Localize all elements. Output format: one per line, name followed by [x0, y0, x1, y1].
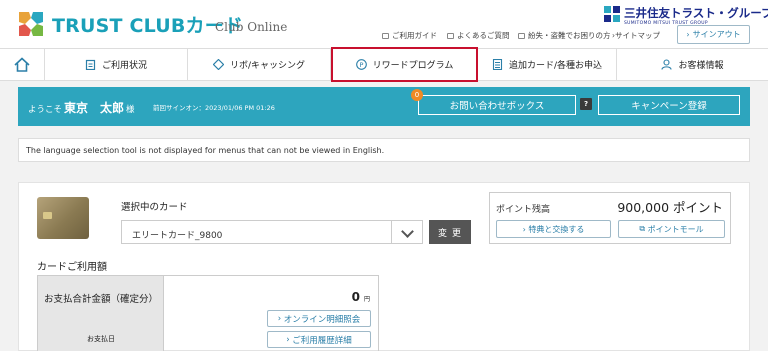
nav-reward-program[interactable]: P リワードプログラム — [331, 47, 478, 82]
total-amount: 0円 — [351, 290, 370, 304]
select-divider — [391, 221, 392, 243]
util-link-sitemap[interactable]: › サイトマップ — [612, 30, 660, 41]
diamond-arrows-icon — [212, 59, 224, 70]
external-window-icon: ⧉ — [639, 224, 648, 233]
card-select-value: エリートカード_9800 — [132, 231, 223, 241]
alert-icon — [518, 32, 525, 39]
svg-text:P: P — [359, 61, 363, 69]
usage-label-cell: お支払合計金額（確定分） お支払日 — [38, 276, 164, 351]
document-icon — [492, 59, 503, 70]
card-select[interactable]: エリートカード_9800 — [121, 220, 423, 244]
user-name: 東京 太郎 — [64, 101, 125, 115]
welcome-greeting: ようこそ 東京 太郎様 — [28, 101, 135, 115]
card-chip — [43, 212, 52, 219]
language-notice: The language selection tool is not displ… — [18, 138, 750, 162]
payment-date-label: お支払日 — [87, 335, 115, 343]
nav-customer-info[interactable]: お客様情報 — [617, 49, 768, 80]
corp-name: 三井住友トラスト・グループ — [624, 6, 768, 20]
usage-history-button[interactable]: › ご利用履歴詳細 — [267, 331, 371, 348]
usage-title: カードご利用額 — [37, 262, 107, 273]
trust-club-logo-icon[interactable] — [19, 12, 43, 36]
card-panel: 選択中のカード エリートカード_9800 変更 ポイント残高 900,000 ポ… — [18, 182, 750, 351]
campaign-register-button[interactable]: キャンペーン登録 — [598, 95, 740, 115]
help-icon[interactable]: ? — [580, 98, 592, 110]
chevron-right-icon: › — [686, 30, 690, 39]
last-signin: 前回サインオン：2023/01/06 PM 01:26 — [153, 104, 275, 112]
signout-button[interactable]: › サインアウト — [677, 25, 750, 44]
logo-subtitle: Club Online — [215, 20, 288, 34]
corp-logo-icon — [604, 6, 620, 22]
guide-icon — [382, 32, 389, 39]
nav-label: 追加カード/各種お申込 — [508, 61, 603, 71]
welcome-bar: ようこそ 東京 太郎様 前回サインオン：2023/01/06 PM 01:26 お… — [18, 87, 750, 126]
nav-label: ご利用状況 — [101, 61, 147, 71]
nav-usage-status[interactable]: ご利用状況 — [45, 49, 188, 80]
points-box: ポイント残高 900,000 ポイント › 特典と交換する ⧉ ポイントモール — [489, 192, 731, 244]
util-link-lost-card[interactable]: 紛失・盗難でお困りの方 — [518, 30, 611, 41]
inquiry-count-badge: 0 — [411, 89, 423, 101]
exchange-rewards-button[interactable]: › 特典と交換する — [496, 220, 611, 238]
chevron-down-icon — [401, 225, 414, 238]
nav-home[interactable] — [0, 49, 45, 80]
home-icon — [14, 57, 30, 72]
main-nav: ご利用状況 リボ/キャッシング P リワードプログラム 追加カード/各種お申込 … — [0, 47, 768, 82]
point-mall-button[interactable]: ⧉ ポイントモール — [618, 220, 725, 238]
nav-label: お客様情報 — [678, 61, 724, 71]
nav-label: リワードプログラム — [372, 61, 454, 71]
online-statement-button[interactable]: › オンライン明細照会 — [267, 310, 371, 327]
nav-label: リボ/キャッシング — [229, 61, 306, 71]
site-header: TRUST CLUBカード Club Online 三井住友トラスト・グループ … — [0, 0, 768, 48]
total-payment-label: お支払合計金額（確定分） — [43, 294, 158, 305]
points-value: 900,000 ポイント — [617, 200, 723, 215]
change-card-button[interactable]: 変更 — [429, 220, 471, 244]
points-label: ポイント残高 — [496, 205, 551, 215]
util-link-guide[interactable]: ご利用ガイド — [382, 30, 437, 41]
util-link-faq[interactable]: よくあるご質問 — [447, 30, 510, 41]
card-image — [37, 197, 89, 239]
p-circle-icon: P — [355, 59, 367, 70]
clipboard-icon — [85, 59, 96, 70]
inquiry-box-button[interactable]: お問い合わせボックス — [418, 95, 576, 115]
faq-icon — [447, 32, 454, 39]
selected-card-label: 選択中のカード — [121, 202, 188, 213]
nav-revolving-cashing[interactable]: リボ/キャッシング — [188, 49, 331, 80]
nav-additional-cards[interactable]: 追加カード/各種お申込 — [478, 49, 617, 80]
person-icon — [661, 59, 673, 70]
